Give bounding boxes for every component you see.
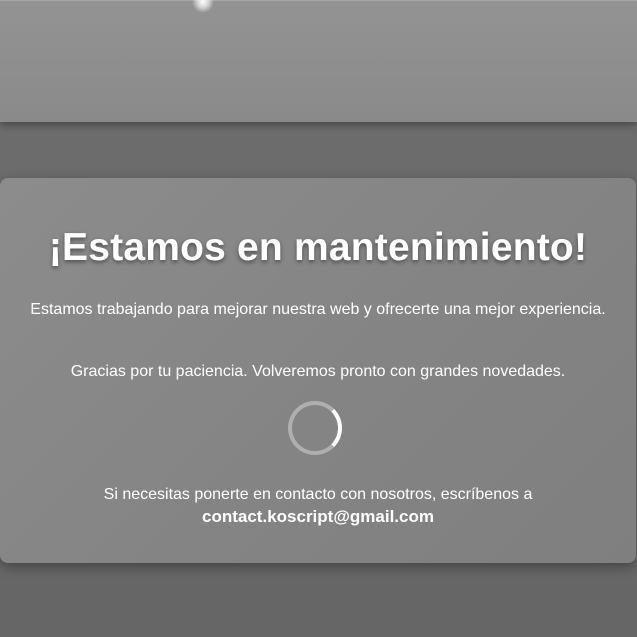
top-banner <box>0 0 637 122</box>
contact-email-link[interactable]: contact.koscript@gmail.com <box>202 507 434 526</box>
contact-text: Si necesitas ponerte en contacto con nos… <box>103 486 533 503</box>
light-glow-decoration <box>192 0 214 13</box>
maintenance-page: ¡Estamos en mantenimiento! Estamos traba… <box>0 0 637 637</box>
contact-message: Si necesitas ponerte en contacto con nos… <box>0 484 636 529</box>
loading-spinner-icon <box>288 401 342 455</box>
thanks-message: Gracias por tu paciencia. Volveremos pro… <box>70 363 566 380</box>
page-title: ¡Estamos en mantenimiento! <box>48 226 588 269</box>
maintenance-card: ¡Estamos en mantenimiento! Estamos traba… <box>0 178 636 563</box>
maintenance-description: Estamos trabajando para mejorar nuestra … <box>30 301 606 318</box>
